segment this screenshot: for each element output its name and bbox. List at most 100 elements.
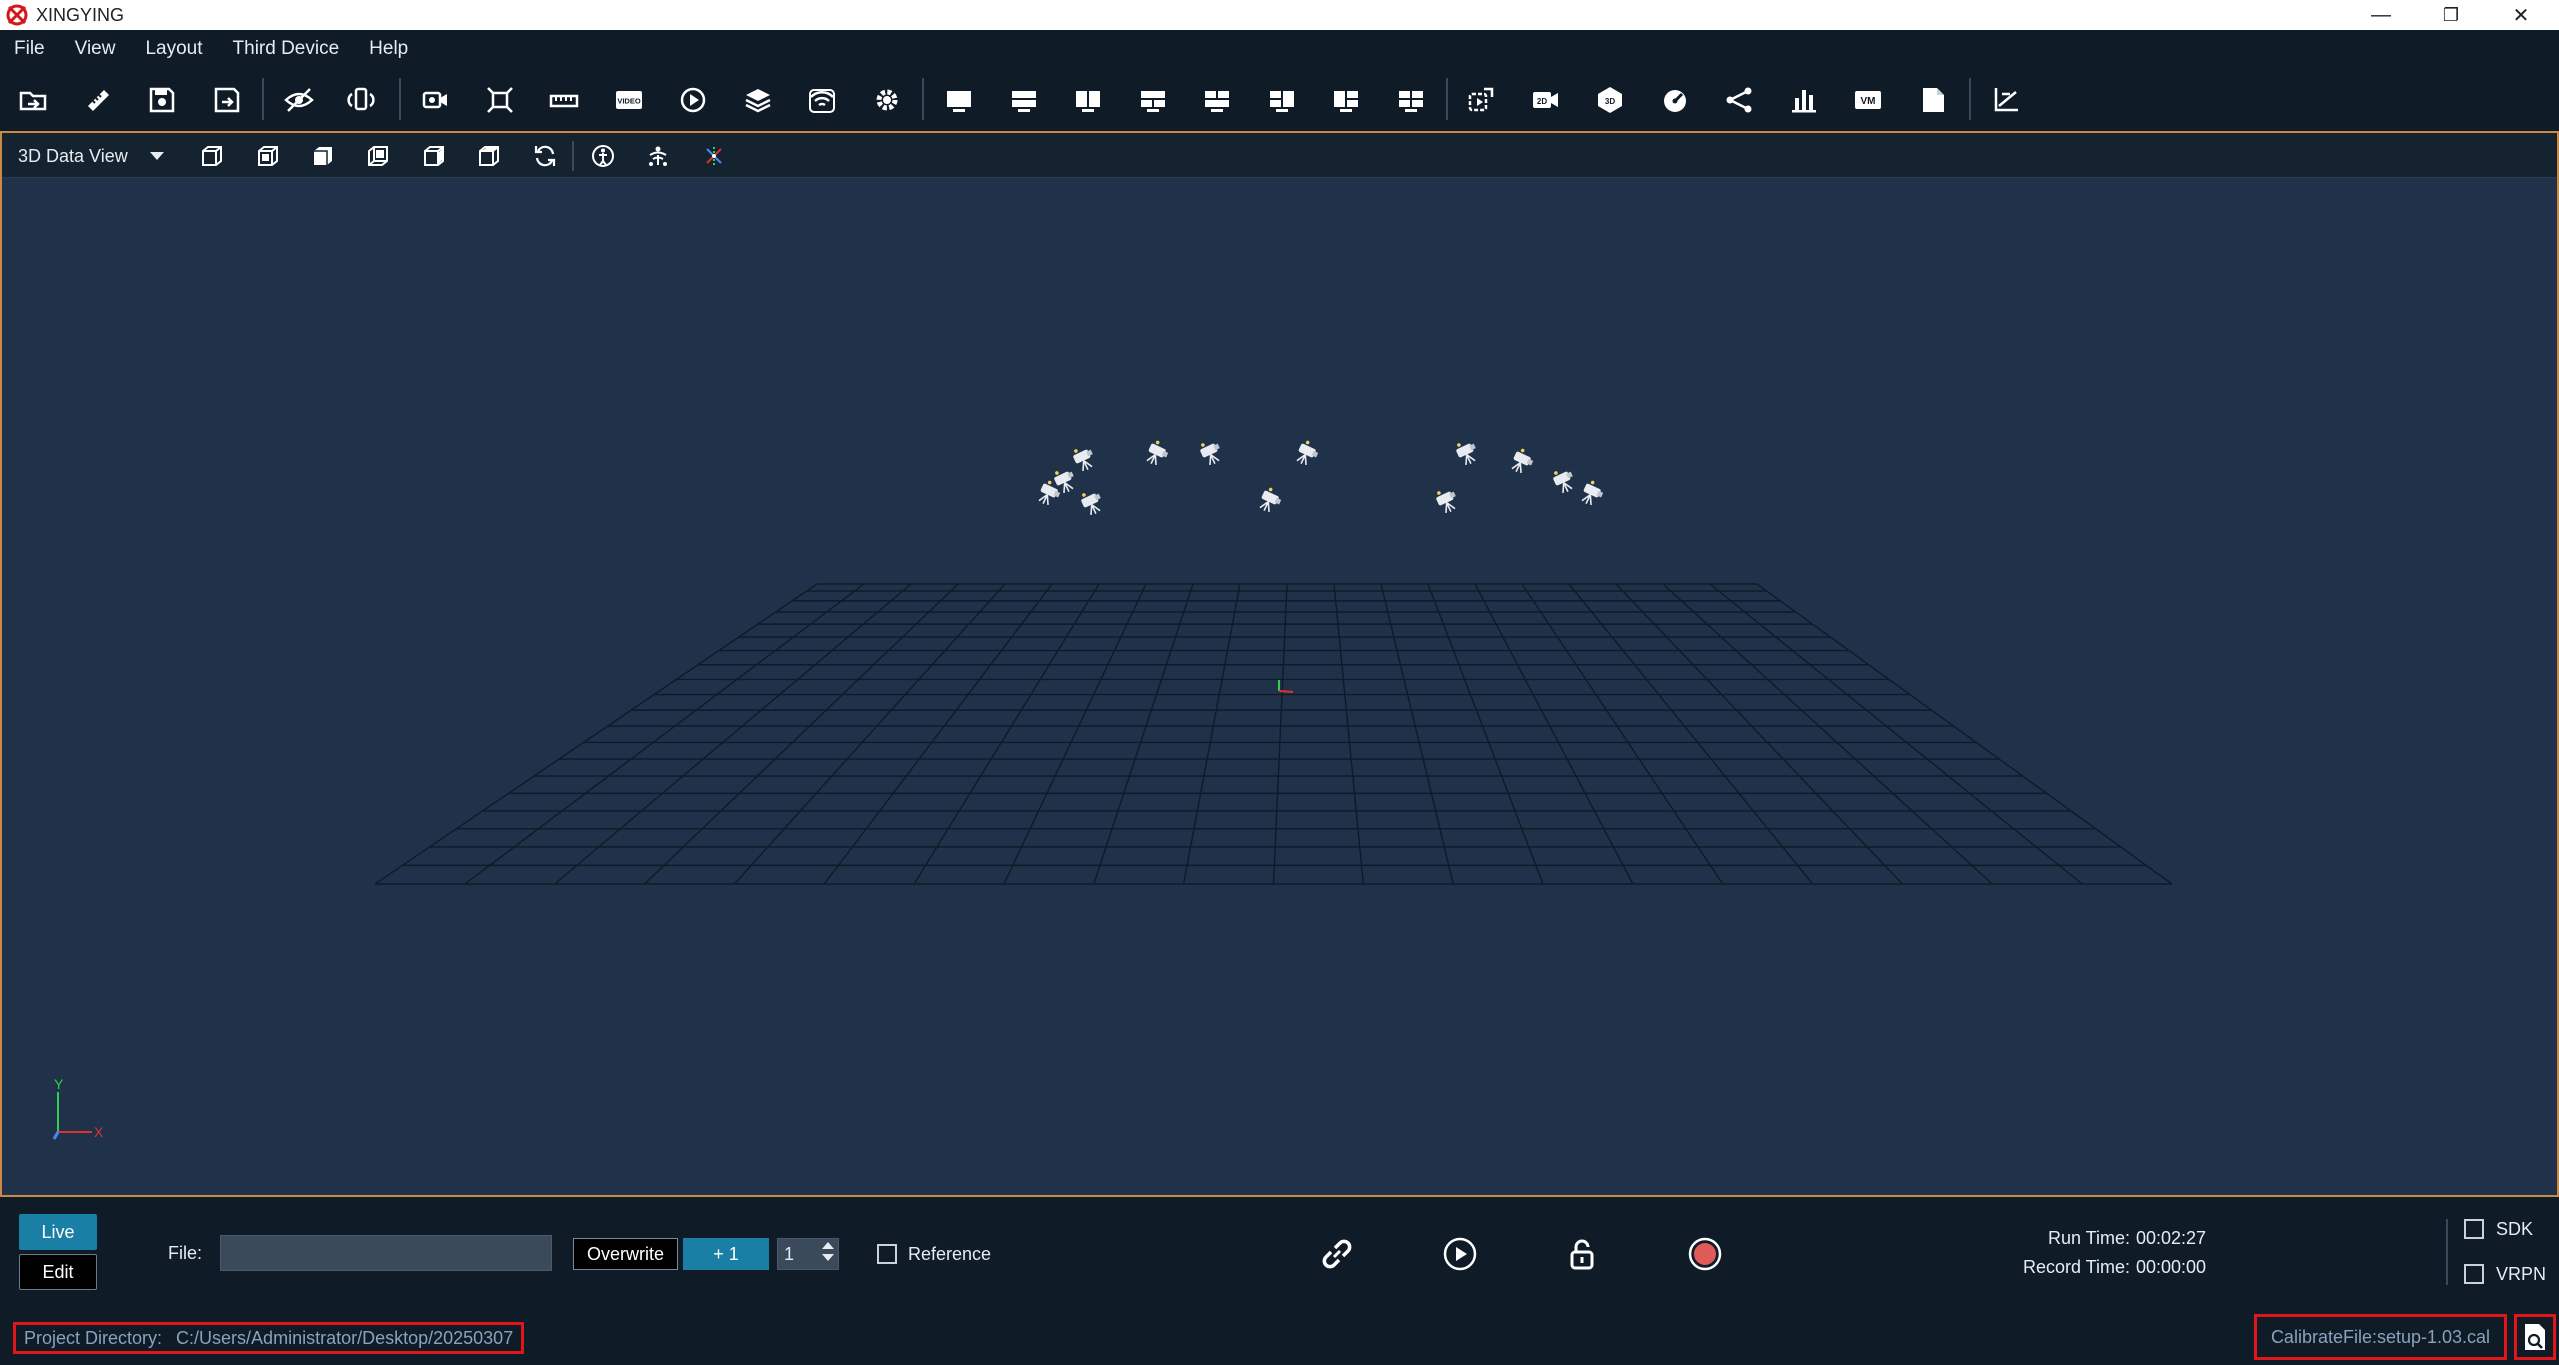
unlock-icon [1570, 1239, 1594, 1270]
title-bar: XINGYING — ❐ ✕ [0, 0, 2559, 30]
save-as-icon[interactable] [207, 80, 247, 120]
vrpn-label: VRPN [2496, 1264, 2547, 1284]
take-number-value: 1 [784, 1243, 795, 1264]
axis-display-icon[interactable] [698, 141, 730, 171]
menu-help[interactable]: Help [354, 38, 423, 60]
menu-third-device[interactable]: Third Device [218, 38, 355, 60]
save-icon[interactable] [142, 80, 182, 120]
record-button[interactable] [1683, 1232, 1727, 1276]
view-type-label: 3D Data View [18, 145, 128, 166]
controls-separator [2446, 1219, 2448, 1285]
layout-three-bottom-icon[interactable] [1197, 80, 1237, 120]
axis-x-label: X [94, 1124, 104, 1140]
maximize-button[interactable]: ❐ [2416, 0, 2486, 30]
calibrate-file-button[interactable] [2514, 1314, 2556, 1360]
camera-marker [1259, 487, 1282, 512]
video-icon[interactable]: VIDEO [609, 80, 649, 120]
view-type-select[interactable]: 3D Data View [18, 142, 164, 170]
link-button[interactable] [1315, 1232, 1359, 1276]
record-time-value: 00:00:00 [2136, 1257, 2207, 1277]
axis-y-label: Y [54, 1076, 64, 1092]
play-button[interactable] [1438, 1232, 1482, 1276]
live-button[interactable]: Live [19, 1214, 97, 1250]
ruler-icon[interactable] [78, 80, 118, 120]
hide-icon[interactable] [279, 80, 319, 120]
record-icon [1688, 1237, 1722, 1271]
3d-view-icon[interactable]: 3D [1590, 80, 1630, 120]
file-search-icon [2525, 1324, 2545, 1350]
file-label: File: [168, 1243, 203, 1263]
skeleton-icon[interactable] [1719, 80, 1759, 120]
toolbar-separator [922, 78, 924, 120]
chevron-down-icon [149, 152, 164, 160]
increment-button[interactable]: + 1 [683, 1238, 769, 1270]
close-button[interactable]: ✕ [2486, 0, 2556, 30]
toolbar-separator [399, 78, 401, 120]
view-back-icon[interactable] [362, 141, 394, 171]
rotate-icon[interactable] [529, 141, 561, 171]
layers-icon[interactable] [738, 80, 778, 120]
layout-three-top-icon[interactable] [1133, 80, 1173, 120]
layout-vertical-icon[interactable] [1068, 80, 1108, 120]
marker-display-icon[interactable] [642, 141, 674, 171]
playback-icon[interactable] [673, 80, 713, 120]
wireless-icon[interactable] [802, 80, 842, 120]
document-icon[interactable] [1913, 80, 1953, 120]
skeleton-display-icon[interactable] [587, 141, 619, 171]
layout-three-left-icon[interactable] [1326, 80, 1366, 120]
layout-three-right-icon[interactable] [1262, 80, 1302, 120]
camera-marker [1456, 443, 1476, 465]
view-front-icon[interactable] [196, 141, 228, 171]
capture-controls: Live Edit File: Overwrite + 1 1 Referenc… [0, 1197, 2559, 1307]
take-number-stepper[interactable]: 1 [777, 1238, 839, 1270]
open-folder-icon[interactable] [13, 80, 53, 120]
axis-tool-icon[interactable] [1986, 80, 2026, 120]
3d-scene[interactable]: Y X [2, 179, 2557, 1195]
settings-icon[interactable] [867, 80, 907, 120]
view-top-icon[interactable] [252, 141, 284, 171]
scale-icon[interactable] [544, 80, 584, 120]
link-icon [1322, 1239, 1352, 1269]
axis-gizmo: Y X [52, 1076, 104, 1140]
vm-icon[interactable]: VM [1848, 80, 1888, 120]
view-left-icon[interactable] [418, 141, 450, 171]
stepper-up-icon[interactable] [822, 1242, 834, 1249]
export-icon[interactable] [1461, 80, 1501, 120]
app-logo-icon [6, 4, 28, 26]
bar-chart-icon[interactable] [1784, 80, 1824, 120]
view-perspective-icon[interactable] [473, 141, 505, 171]
run-time-label: Run Time: [2047, 1228, 2130, 1248]
menu-view[interactable]: View [60, 38, 131, 60]
camera-sync-icon[interactable] [343, 80, 383, 120]
vrpn-checkbox[interactable] [2464, 1264, 2484, 1284]
speedometer-icon[interactable] [1655, 80, 1695, 120]
svg-text:3D: 3D [1605, 97, 1615, 106]
3d-view-panel: 3D Data View Y X [0, 131, 2559, 1197]
file-name-input[interactable] [220, 1235, 552, 1271]
layout-horizontal-icon[interactable] [1004, 80, 1044, 120]
minimize-button[interactable]: — [2346, 0, 2416, 30]
sdk-checkbox[interactable] [2464, 1219, 2484, 1239]
reference-checkbox[interactable] [877, 1244, 897, 1264]
layout-quad-icon[interactable] [1391, 80, 1431, 120]
status-bar: Project Directory: C:/Users/Administrato… [0, 1307, 2559, 1365]
menu-layout[interactable]: Layout [130, 38, 217, 60]
camera-marker [1581, 480, 1604, 505]
camera-marker [1073, 449, 1093, 471]
unlock-button[interactable] [1560, 1232, 1604, 1276]
view-side-icon[interactable] [307, 141, 339, 171]
video-camera-icon[interactable] [415, 80, 455, 120]
fit-icon[interactable] [480, 80, 520, 120]
edit-button[interactable]: Edit [19, 1254, 97, 1290]
reference-label: Reference [908, 1244, 992, 1264]
overwrite-button[interactable]: Overwrite [573, 1238, 678, 1270]
floor-grid [374, 583, 2173, 885]
play-icon [1443, 1237, 1477, 1271]
run-time-value: 00:02:27 [2136, 1228, 2207, 1248]
stepper-down-icon[interactable] [822, 1254, 834, 1261]
menu-bar: File View Layout Third Device Help [0, 30, 2559, 68]
layout-single-icon[interactable] [939, 80, 979, 120]
menu-file[interactable]: File [0, 38, 60, 60]
camera-marker [1553, 471, 1573, 493]
2d-view-icon[interactable]: 2D [1526, 80, 1566, 120]
